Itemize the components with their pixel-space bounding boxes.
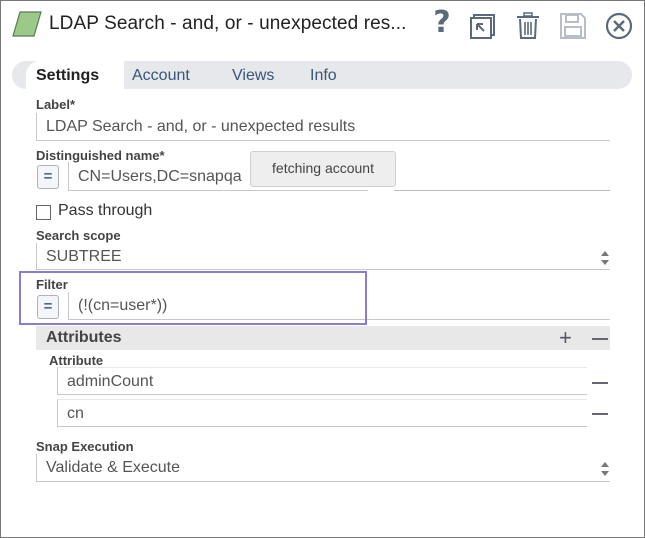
fetching-account-tooltip: fetching account <box>250 151 396 187</box>
label-input[interactable]: LDAP Search - and, or - unexpected resul… <box>36 113 610 141</box>
add-attribute-icon[interactable]: + <box>559 327 572 349</box>
help-icon[interactable]: ? <box>430 5 454 40</box>
execution-dropdown-icon[interactable] <box>600 460 610 478</box>
remove-row-icon[interactable] <box>592 413 608 415</box>
attribute-row-input[interactable]: adminCount <box>57 367 587 395</box>
tab-account[interactable]: Account <box>122 61 200 89</box>
scope-dropdown-icon[interactable] <box>600 249 610 267</box>
attribute-row-input[interactable]: cn <box>57 399 587 427</box>
attribute-column-title: Attribute <box>49 353 104 368</box>
snap-type-icon <box>12 11 42 37</box>
scope-field-title: Search scope <box>36 228 121 243</box>
tab-views[interactable]: Views <box>222 61 284 89</box>
attributes-header: Attributes <box>36 326 610 350</box>
label-field-title: Label* <box>36 97 76 112</box>
pass-through-checkbox[interactable] <box>36 205 51 220</box>
tab-info[interactable]: Info <box>300 61 347 89</box>
filter-highlight-box <box>19 271 367 325</box>
dn-expression-toggle[interactable]: = <box>37 165 59 189</box>
dn-underline <box>394 190 610 191</box>
tab-settings[interactable]: Settings <box>26 61 124 89</box>
remove-row-icon[interactable] <box>592 382 608 384</box>
tab-bar: Settings Account Views Info <box>12 61 632 89</box>
remove-all-attributes-icon[interactable] <box>592 338 608 340</box>
execution-field-title: Snap Execution <box>36 439 134 454</box>
pass-through-label: Pass through <box>58 202 153 219</box>
delete-icon[interactable] <box>512 9 544 43</box>
snap-settings-dialog: LDAP Search - and, or - unexpected res..… <box>0 0 645 538</box>
dn-field-title: Distinguished name* <box>36 148 165 163</box>
expand-icon[interactable] <box>467 9 499 43</box>
save-icon[interactable] <box>557 9 589 43</box>
attributes-title: Attributes <box>46 329 122 346</box>
execution-select[interactable]: Validate & Execute <box>36 454 610 482</box>
dialog-title: LDAP Search - and, or - unexpected res..… <box>49 13 407 34</box>
scope-select[interactable]: SUBTREE <box>36 243 610 270</box>
close-icon[interactable] <box>602 9 636 43</box>
